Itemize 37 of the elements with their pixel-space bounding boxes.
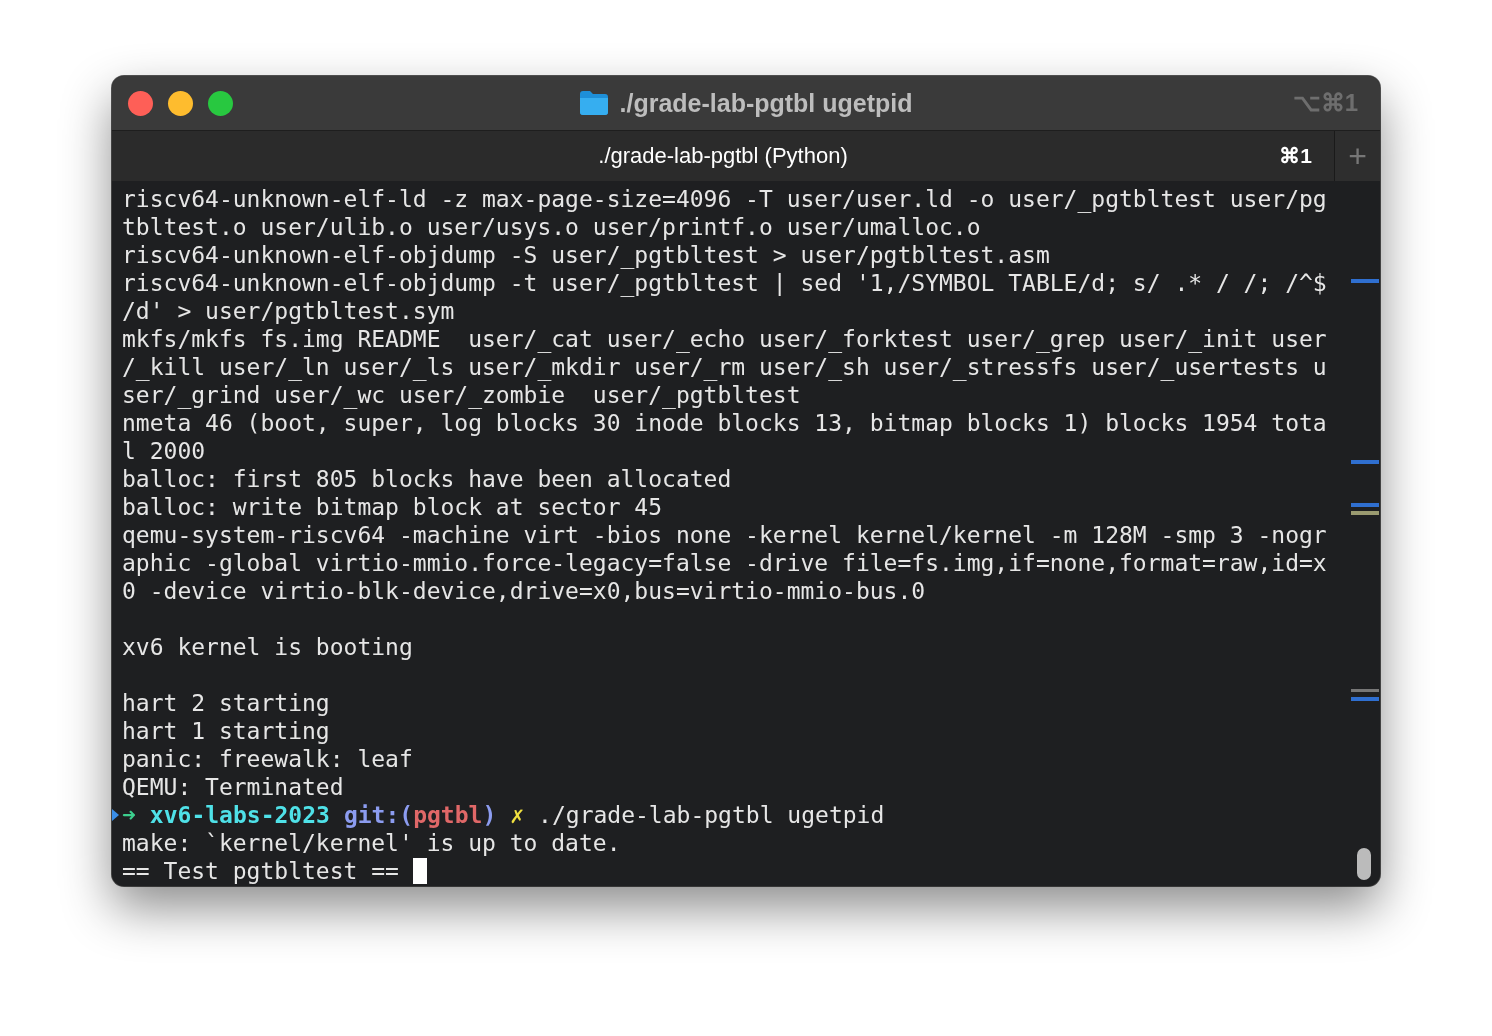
minimize-button[interactable] [168, 90, 193, 116]
output-line: hart 2 starting [122, 689, 330, 717]
output-line: /d' > user/pgtbltest.sym [122, 297, 455, 325]
output-line: l 2000 [122, 437, 206, 465]
output-line: xv6 kernel is booting [122, 633, 413, 661]
prompt-dirty-mark: ✗ [510, 801, 525, 829]
output-line: hart 1 starting [122, 717, 330, 745]
output-line: make: `kernel/kernel' is up to date. [122, 829, 621, 857]
output-line: qemu-system-riscv64 -machine virt -bios none -kernel kernel/kernel -m 128M -smp 3 -nogr [122, 521, 1327, 549]
output-line: mkfs/mkfs fs.img README user/_cat user/_echo user/_forktest user/_grep user/_init user [122, 325, 1327, 353]
prompt-directory: xv6-labs-2023 [149, 801, 330, 829]
output-line: balloc: write bitmap block at sector 45 [122, 493, 663, 521]
folder-icon [579, 90, 610, 116]
output-line: balloc: first 805 blocks have been allocated [122, 465, 732, 493]
output-line: /_kill user/_ln user/_ls user/_mkdir user/_rm user/_sh user/_stressfs user/_usertests u [122, 353, 1327, 381]
output-line: QEMU: Terminated [122, 773, 344, 801]
output-line: aphic -global virtio-mmio.force-legacy=false -drive file=fs.img,if=none,format=raw,id=x [122, 549, 1327, 577]
close-button[interactable] [128, 90, 153, 116]
cursor [412, 858, 427, 884]
prompt-git-label: ) [482, 801, 497, 829]
prompt-git-label: git:( [343, 801, 414, 829]
output-line: tbltest.o user/ulib.o user/usys.o user/printf.o user/umalloc.o [122, 213, 981, 241]
prompt-arrow: ➜ [122, 801, 136, 829]
output-line-with-cursor: == Test pgtbltest == [122, 857, 427, 885]
zoom-button[interactable] [208, 90, 233, 116]
window-title: ./grade-lab-pgtbl ugetpid [619, 88, 913, 118]
output-line: riscv64-unknown-elf-objdump -t user/_pgtbltest | sed '1,/SYMBOL TABLE/d; s/ .* / /; /^$ [122, 269, 1327, 297]
prompt-marker-icon [112, 809, 119, 821]
output-line: ser/_grind user/_wc user/_zombie user/_pgtbltest [122, 381, 801, 409]
prompt-command: ./grade-lab-pgtbl ugetpid [538, 801, 885, 829]
output-line: riscv64-unknown-elf-ld -z max-page-size=4096 -T user/user.ld -o user/_pgtbltest user/pg [122, 185, 1327, 213]
output-line: nmeta 46 (boot, super, log blocks 30 inode blocks 13, bitmap blocks 1) blocks 1954 tota [122, 409, 1327, 437]
output-line: panic: freewalk: leaf [122, 745, 413, 773]
output-line: riscv64-unknown-elf-objdump -S user/_pgtbltest > user/pgtbltest.asm [122, 241, 1050, 269]
scrollbar-thumb[interactable] [1357, 848, 1371, 880]
prompt-branch: pgtbl [413, 801, 483, 829]
output-line: 0 -device virtio-blk-device,drive=x0,bus=virtio-mmio-bus.0 [122, 577, 926, 605]
